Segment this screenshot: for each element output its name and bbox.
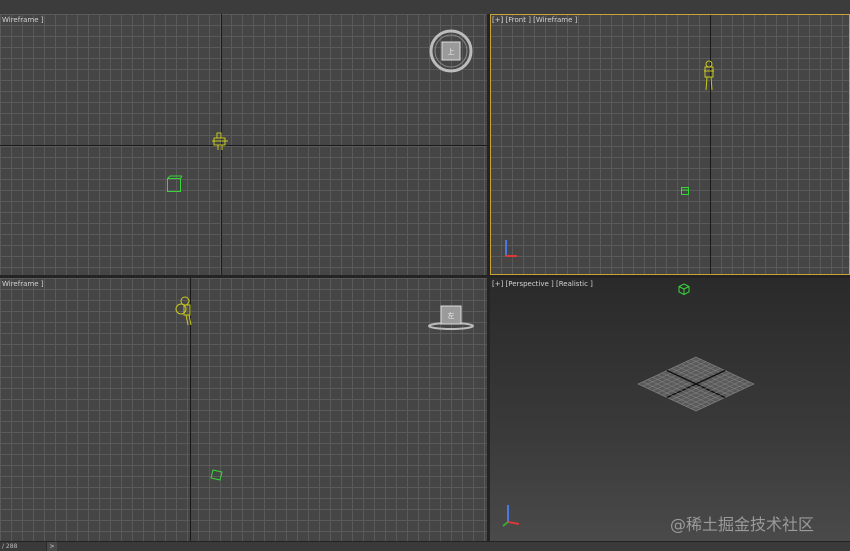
watermark: @稀土掘金技术社区 [670,515,815,534]
grid [490,14,850,275]
axis-tripod-icon [502,505,520,527]
perspective-grid [637,356,755,412]
box-object[interactable] [678,283,690,295]
viewport-splitter-horizontal[interactable] [0,275,850,278]
viewport-top[interactable]: Wireframe ] 上 [0,14,487,275]
character-object[interactable] [212,131,230,153]
viewport-front[interactable]: [+] [Front ] [Wireframe ] [490,14,850,275]
viewport-toolbar [0,0,850,15]
box-object[interactable] [210,468,224,482]
axis-tripod-icon [505,240,517,257]
viewport-label[interactable]: Wireframe ] [2,16,43,25]
viewport-left[interactable]: Wireframe ] 左 [0,278,487,541]
viewport-label[interactable]: [+] [Front ] [Wireframe ] [492,16,577,25]
world-axis-x [0,145,487,146]
viewcube-face-label: 左 [448,311,455,320]
viewcube[interactable]: 左 [425,302,477,332]
box-object[interactable] [680,185,690,196]
viewcube-face-label: 上 [448,47,455,56]
viewport-perspective[interactable]: [+] [Perspective ] [Realistic ] [490,278,850,541]
character-object[interactable] [702,60,716,92]
box-object[interactable] [166,175,183,194]
character-object[interactable] [174,295,196,327]
viewport-label[interactable]: [+] [Perspective ] [Realistic ] [492,280,593,289]
world-axis-z [710,14,711,275]
grid [0,278,487,541]
viewport-label[interactable]: Wireframe ] [2,280,43,289]
viewcube[interactable]: 上 [428,28,474,74]
